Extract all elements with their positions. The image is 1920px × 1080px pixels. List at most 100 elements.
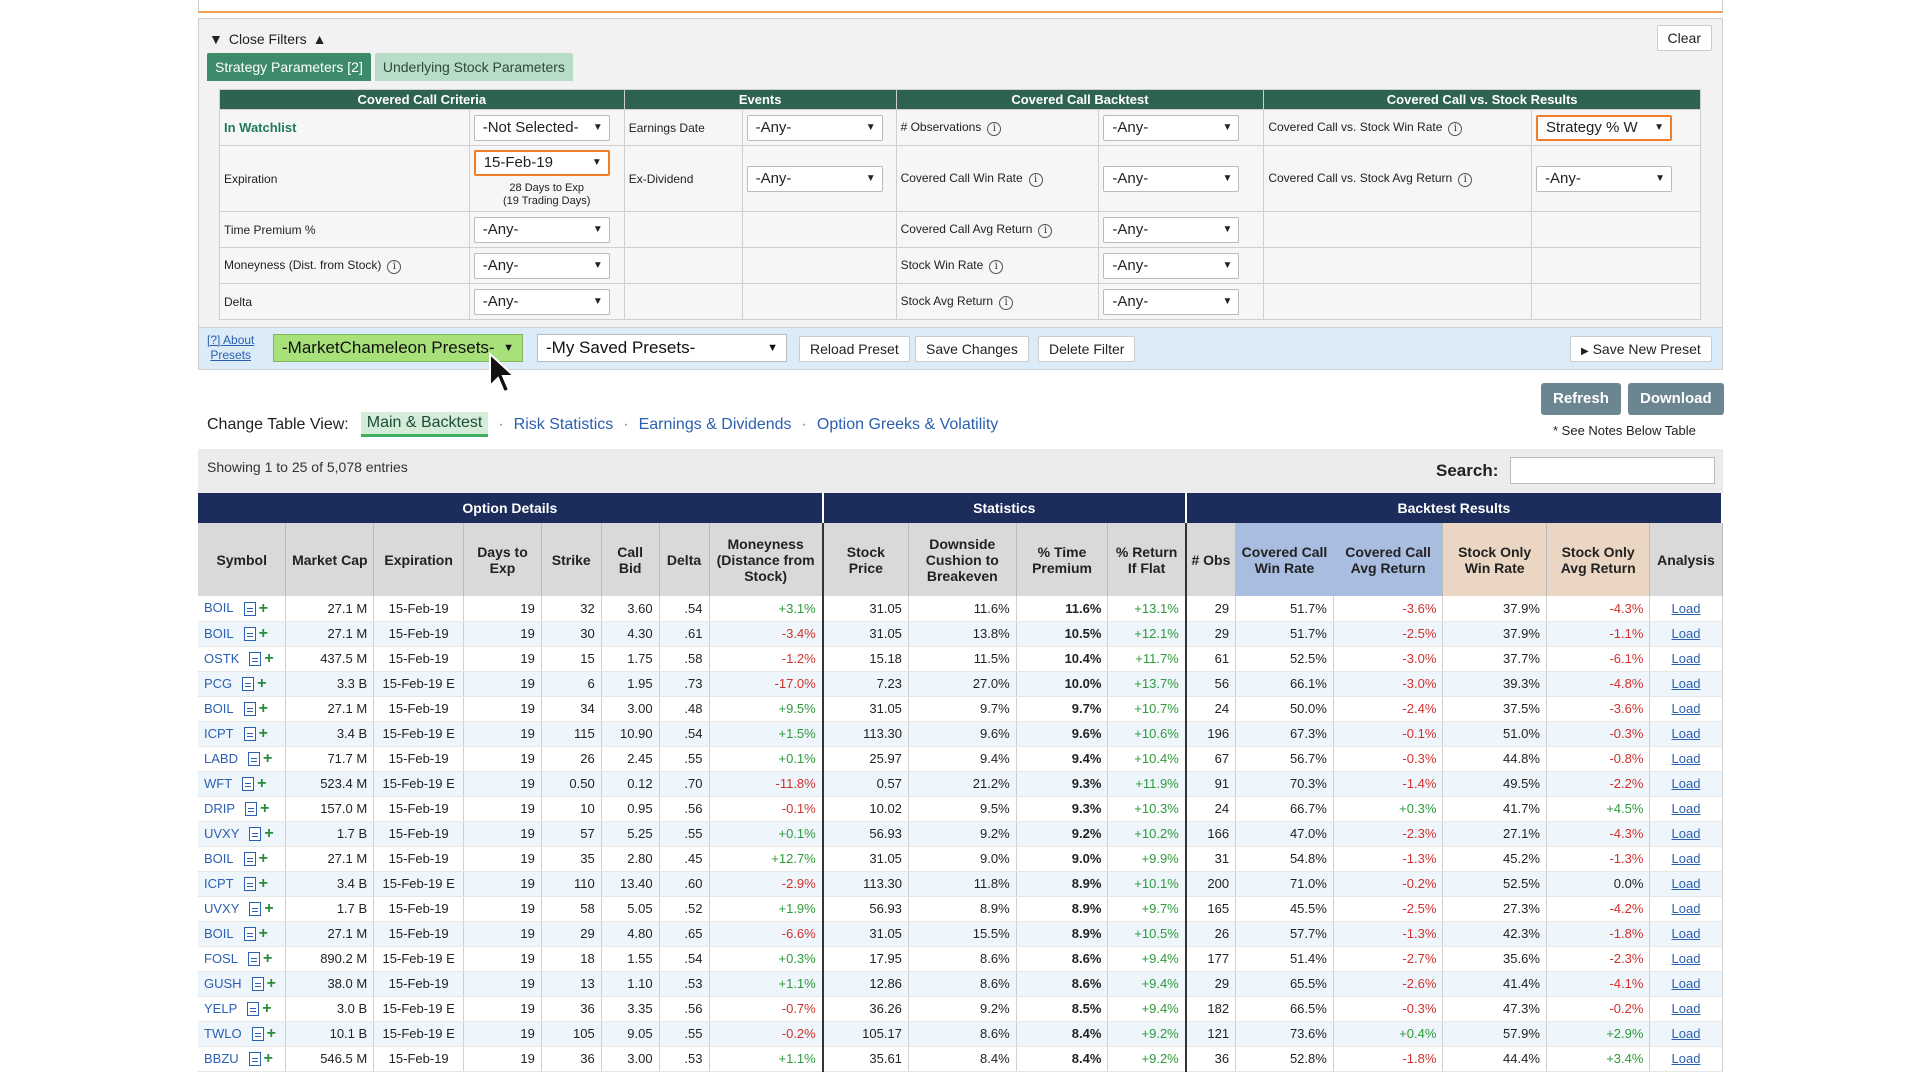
expiration-select[interactable]: 15-Feb-19 ▼ (473, 149, 610, 176)
column-header[interactable]: Covered Call Avg Return (1333, 523, 1444, 596)
document-icon[interactable] (247, 952, 260, 967)
column-header[interactable]: Market Cap (285, 523, 375, 596)
add-watchlist-icon[interactable]: + (267, 976, 276, 992)
symbol-link[interactable]: WFT (204, 776, 232, 791)
ex-dividend-select[interactable]: -Any- ▼ (746, 165, 883, 192)
stock-avg-return-select[interactable]: -Any- ▼ (1103, 288, 1240, 315)
column-header[interactable]: # Obs (1185, 523, 1237, 596)
column-header[interactable]: Stock Price (822, 523, 909, 596)
load-link[interactable]: Load (1672, 751, 1701, 766)
symbol-link[interactable]: PCG (204, 676, 232, 691)
column-header[interactable]: % Return If Flat (1107, 523, 1187, 596)
column-header[interactable]: Analysis (1649, 523, 1723, 596)
symbol-link[interactable]: UVXY (204, 826, 239, 841)
load-link[interactable]: Load (1672, 976, 1701, 991)
add-watchlist-icon[interactable]: + (267, 1026, 276, 1042)
observations-select[interactable]: -Any- ▼ (1103, 114, 1240, 141)
marketchameleon-presets-select[interactable]: -MarketChameleon Presets- ▼ (273, 334, 523, 362)
add-watchlist-icon[interactable]: + (257, 676, 266, 692)
view-option-greeks[interactable]: Option Greeks & Volatility (817, 416, 998, 434)
info-icon[interactable]: i (1028, 172, 1043, 187)
document-icon[interactable] (249, 827, 262, 842)
moneyness-select[interactable]: -Any- ▼ (473, 252, 610, 279)
symbol-link[interactable]: TWLO (204, 1026, 242, 1041)
delete-filter-button[interactable]: Delete Filter (1038, 336, 1136, 362)
column-header[interactable]: Days to Exp (463, 523, 542, 596)
delta-select[interactable]: -Any- ▼ (473, 288, 610, 315)
document-icon[interactable] (245, 802, 258, 817)
load-link[interactable]: Load (1672, 1051, 1701, 1066)
add-watchlist-icon[interactable]: + (257, 776, 266, 792)
load-link[interactable]: Load (1672, 951, 1701, 966)
document-icon[interactable] (243, 852, 256, 867)
symbol-link[interactable]: OSTK (204, 651, 239, 666)
column-header[interactable]: Symbol (198, 523, 287, 596)
load-link[interactable]: Load (1672, 926, 1701, 941)
save-changes-button[interactable]: Save Changes (915, 336, 1029, 362)
document-icon[interactable] (242, 677, 255, 692)
add-watchlist-icon[interactable]: + (260, 801, 269, 817)
document-icon[interactable] (243, 927, 256, 942)
watchlist-select[interactable]: -Not Selected- ▼ (473, 114, 610, 141)
document-icon[interactable] (249, 652, 262, 667)
add-watchlist-icon[interactable]: + (264, 826, 273, 842)
info-icon[interactable]: i (387, 259, 402, 274)
load-link[interactable]: Load (1672, 726, 1701, 741)
symbol-link[interactable]: UVXY (204, 901, 239, 916)
document-icon[interactable] (243, 627, 256, 642)
stock-win-rate-select[interactable]: -Any- ▼ (1103, 252, 1240, 279)
symbol-link[interactable]: LABD (204, 751, 238, 766)
cc-avg-return-select[interactable]: -Any- ▼ (1103, 216, 1240, 243)
load-link[interactable]: Load (1672, 676, 1701, 691)
column-header[interactable]: Covered Call Win Rate (1235, 523, 1334, 596)
tab-strategy-parameters[interactable]: Strategy Parameters [2] (207, 53, 371, 81)
info-icon[interactable]: i (1038, 223, 1053, 238)
document-icon[interactable] (243, 727, 256, 742)
clear-button[interactable]: Clear (1656, 25, 1712, 51)
close-filters-toggle[interactable]: ▼ Close Filters ▲ (209, 31, 327, 47)
document-icon[interactable] (247, 1002, 260, 1017)
info-icon[interactable]: i (989, 259, 1004, 274)
symbol-link[interactable]: BOIL (204, 851, 234, 866)
document-icon[interactable] (249, 902, 262, 917)
add-watchlist-icon[interactable]: + (259, 926, 268, 942)
add-watchlist-icon[interactable]: + (264, 651, 273, 667)
save-new-preset-button[interactable]: ▶ Save New Preset (1570, 336, 1712, 362)
column-header[interactable]: Call Bid (601, 523, 660, 596)
load-link[interactable]: Load (1672, 601, 1701, 616)
load-link[interactable]: Load (1672, 851, 1701, 866)
document-icon[interactable] (248, 1052, 261, 1067)
view-earnings-dividends[interactable]: Earnings & Dividends (639, 416, 792, 434)
symbol-link[interactable]: BBZU (204, 1051, 239, 1066)
search-input[interactable] (1510, 457, 1715, 484)
add-watchlist-icon[interactable]: + (263, 751, 272, 767)
view-main-backtest[interactable]: Main & Backtest (360, 412, 489, 437)
column-header[interactable]: Delta (659, 523, 710, 596)
symbol-link[interactable]: BOIL (204, 626, 234, 641)
add-watchlist-icon[interactable]: + (259, 601, 268, 617)
load-link[interactable]: Load (1672, 776, 1701, 791)
info-icon[interactable]: i (999, 295, 1014, 310)
cc-vs-stock-avg-return-select[interactable]: -Any- ▼ (1536, 165, 1672, 192)
column-header[interactable]: % Time Premium (1016, 523, 1109, 596)
about-presets-link[interactable]: [?] About Presets (207, 333, 254, 363)
refresh-button[interactable]: Refresh (1541, 383, 1621, 415)
column-header[interactable]: Moneyness (Distance from Stock) (709, 523, 824, 596)
column-header[interactable]: Stock Only Avg Return (1546, 523, 1651, 596)
my-saved-presets-select[interactable]: -My Saved Presets- ▼ (537, 334, 787, 362)
add-watchlist-icon[interactable]: + (264, 1051, 273, 1067)
symbol-link[interactable]: BOIL (204, 926, 234, 941)
load-link[interactable]: Load (1672, 801, 1701, 816)
load-link[interactable]: Load (1672, 626, 1701, 641)
document-icon[interactable] (242, 777, 255, 792)
info-icon[interactable]: i (1458, 172, 1473, 187)
symbol-link[interactable]: FOSL (204, 951, 238, 966)
add-watchlist-icon[interactable]: + (259, 726, 268, 742)
add-watchlist-icon[interactable]: + (259, 626, 268, 642)
document-icon[interactable] (251, 1027, 264, 1042)
load-link[interactable]: Load (1672, 826, 1701, 841)
load-link[interactable]: Load (1672, 876, 1701, 891)
add-watchlist-icon[interactable]: + (259, 701, 268, 717)
load-link[interactable]: Load (1672, 1001, 1701, 1016)
document-icon[interactable] (243, 602, 256, 617)
